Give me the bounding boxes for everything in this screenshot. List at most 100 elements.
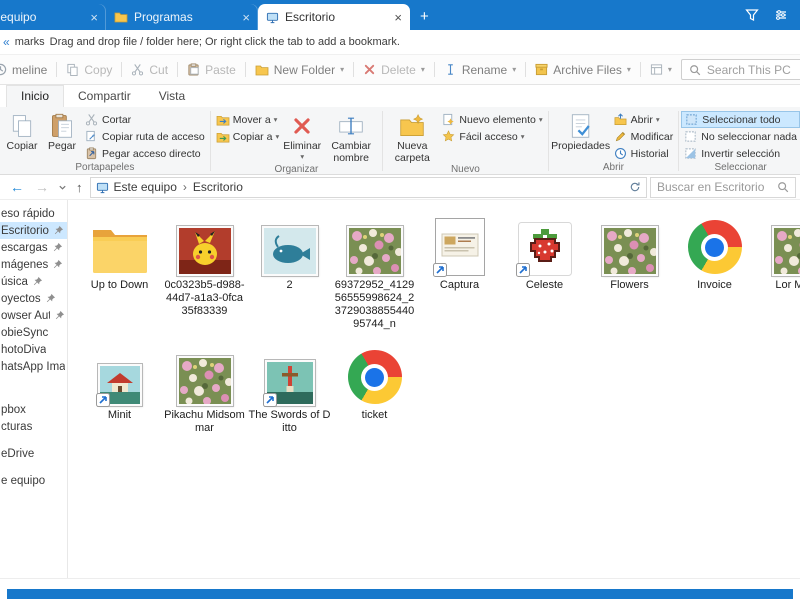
- shortcut-overlay-icon: [262, 393, 277, 407]
- sidebar-item[interactable]: pbox: [0, 401, 67, 418]
- shortcut-overlay-icon: [95, 393, 110, 407]
- toolbar-search-placeholder: Search This PC: [706, 62, 791, 77]
- ribbon-button[interactable]: Historial: [611, 145, 677, 162]
- sidebar-item[interactable]: hotoDiva: [0, 341, 67, 358]
- breadcrumb[interactable]: Este equipo › Escritorio: [89, 176, 647, 198]
- toolbar-button-label: meline: [12, 62, 48, 77]
- sidebar-item[interactable]: oyectos: [0, 290, 67, 307]
- sidebar-item[interactable]: hatsApp Images 7: [0, 358, 67, 375]
- new-tab-button[interactable]: +: [410, 8, 439, 25]
- tab-label: Escritorio: [285, 10, 336, 24]
- ribbon-button[interactable]: No seleccionar nada: [681, 128, 800, 145]
- file-grid: Up to Down 0c0323b5-d988-44d7-a1a3-0fca35…: [68, 200, 800, 578]
- sidebar-item[interactable]: owser Automatio: [0, 307, 67, 324]
- settings-icon[interactable]: [774, 8, 788, 22]
- recent-locations-dropdown-icon[interactable]: [56, 183, 69, 192]
- file-item[interactable]: ticket: [332, 340, 417, 435]
- ribbon-button[interactable]: Invertir selección: [681, 145, 800, 162]
- back-button[interactable]: ←: [6, 180, 28, 194]
- ribbon-button[interactable]: Propiedades: [551, 108, 611, 162]
- file-name: 69372952_412956555998624_237290388554409…: [334, 279, 415, 330]
- ribbon-button-label: Invertir selección: [701, 147, 781, 160]
- forward-button[interactable]: →: [31, 180, 53, 194]
- file-item[interactable]: Captura: [417, 210, 502, 331]
- file-item[interactable]: Pikachu Midsommar: [162, 340, 247, 435]
- sidebar-item[interactable]: Escritorio: [0, 222, 67, 239]
- refresh-icon[interactable]: [629, 181, 641, 193]
- ribbon-button[interactable]: Mover a ▾: [213, 111, 282, 128]
- ribbon-group-separator: [382, 111, 384, 171]
- tab-close-icon[interactable]: ×: [242, 10, 250, 25]
- file-item[interactable]: 69372952_412956555998624_237290388554409…: [332, 210, 417, 331]
- ribbon-button[interactable]: Fácil acceso ▾: [439, 128, 545, 145]
- cut-icon: [131, 63, 144, 76]
- tab-close-icon[interactable]: ×: [394, 10, 402, 25]
- file-item[interactable]: Flowers: [587, 210, 672, 331]
- sidebar-item[interactable]: eso rápido: [0, 205, 67, 222]
- ribbon-group-label: Nuevo: [450, 164, 480, 175]
- toolbar-paste-button[interactable]: Paste: [178, 63, 245, 77]
- file-item[interactable]: Invoice: [672, 210, 757, 331]
- filter-icon[interactable]: [745, 8, 759, 22]
- ribbon-tab-inicio[interactable]: Inicio: [6, 85, 65, 107]
- file-icon-area: [332, 210, 417, 277]
- ribbon-button[interactable]: Pegar: [42, 108, 82, 162]
- tab-close-icon[interactable]: ×: [90, 10, 98, 25]
- file-item[interactable]: Up to Down: [77, 210, 162, 331]
- file-item[interactable]: The Swords of Ditto: [247, 340, 332, 435]
- sidebar-item[interactable]: úsica: [0, 273, 67, 290]
- toolbar-archive-files-button[interactable]: Archive Files ▾: [526, 63, 640, 77]
- sidebar-item[interactable]: eDrive: [0, 445, 67, 462]
- tab-3[interactable]: Escritorio ×: [258, 4, 410, 30]
- file-row: Minit Pikachu Midsommar The Swords of Ditt…: [77, 340, 800, 435]
- whale-thumbnail: [260, 225, 319, 277]
- sidebar-item[interactable]: e equipo: [0, 472, 67, 489]
- toolbar-search-input[interactable]: Search This PC: [680, 59, 800, 80]
- file-name: The Swords of Ditto: [248, 409, 331, 434]
- up-button[interactable]: ↑: [72, 181, 87, 194]
- sidebar-item[interactable]: cturas: [0, 418, 67, 435]
- ribbon-button[interactable]: Copiar: [2, 108, 42, 162]
- explorer-search-input[interactable]: Buscar en Escritorio: [650, 176, 796, 198]
- ribbon-button[interactable]: Cambiar nombre: [322, 108, 380, 164]
- toolbar-delete-button[interactable]: Delete ▾: [354, 63, 434, 77]
- sidebar-item[interactable]: obieSync: [0, 324, 67, 341]
- search-icon: [689, 64, 701, 76]
- ribbon-button[interactable]: Seleccionar todo: [681, 111, 800, 128]
- ribbon-button[interactable]: Nuevo elemento ▾: [439, 111, 545, 128]
- file-item[interactable]: Minit: [77, 340, 162, 435]
- ribbon-tab-compartir[interactable]: Compartir: [64, 86, 145, 107]
- breadcrumb-item[interactable]: Escritorio: [193, 180, 243, 194]
- toolbar-view-button[interactable]: ▾: [641, 63, 681, 76]
- ribbon-button[interactable]: Nueva carpeta: [385, 108, 439, 164]
- tab-1[interactable]: ste equipo ×: [0, 4, 106, 30]
- toolbar-meline-button[interactable]: meline: [0, 63, 56, 77]
- toolbar-cut-button[interactable]: Cut: [122, 63, 177, 77]
- pin-icon: [54, 310, 65, 321]
- move-icon: [216, 114, 230, 126]
- ribbon-button[interactable]: Pegar acceso directo: [82, 145, 208, 162]
- ribbon-tab-vista[interactable]: Vista: [145, 86, 199, 107]
- ribbon-button[interactable]: Cortar: [82, 111, 208, 128]
- bookmarks-chevron-icon[interactable]: «: [3, 36, 10, 48]
- sidebar-item[interactable]: escargas: [0, 239, 67, 256]
- toolbar-copy-button[interactable]: Copy: [57, 63, 121, 77]
- file-item[interactable]: Celeste: [502, 210, 587, 331]
- ribbon-button[interactable]: Copiar ruta de acceso: [82, 128, 208, 145]
- file-item[interactable]: Lor Midso: [757, 210, 800, 331]
- toolbar-new-folder-button[interactable]: New Folder ▾: [246, 63, 353, 77]
- file-item[interactable]: 0c0323b5-d988-44d7-a1a3-0fca35f83339: [162, 210, 247, 331]
- file-item[interactable]: 2: [247, 210, 332, 331]
- ribbon-button[interactable]: Abrir ▾: [611, 111, 677, 128]
- sidebar-item[interactable]: mágenes: [0, 256, 67, 273]
- ribbon-button[interactable]: Eliminar ▾: [282, 108, 322, 164]
- tab-2[interactable]: Programas ×: [106, 4, 258, 30]
- ribbon-button[interactable]: Copiar a ▾: [213, 128, 282, 145]
- ribbon-button[interactable]: Modificar: [611, 128, 677, 145]
- breadcrumb-item[interactable]: Este equipo: [114, 180, 177, 194]
- taskbar-strip: [7, 589, 793, 599]
- toolbar-rename-button[interactable]: Rename ▾: [435, 63, 525, 77]
- ribbon-button-label: Copiar: [6, 140, 38, 152]
- ribbon-group-content: Mover a ▾ Copiar a ▾ Eliminar ▾ Cambiar nombre: [213, 108, 380, 164]
- file-name: Captura: [439, 279, 480, 291]
